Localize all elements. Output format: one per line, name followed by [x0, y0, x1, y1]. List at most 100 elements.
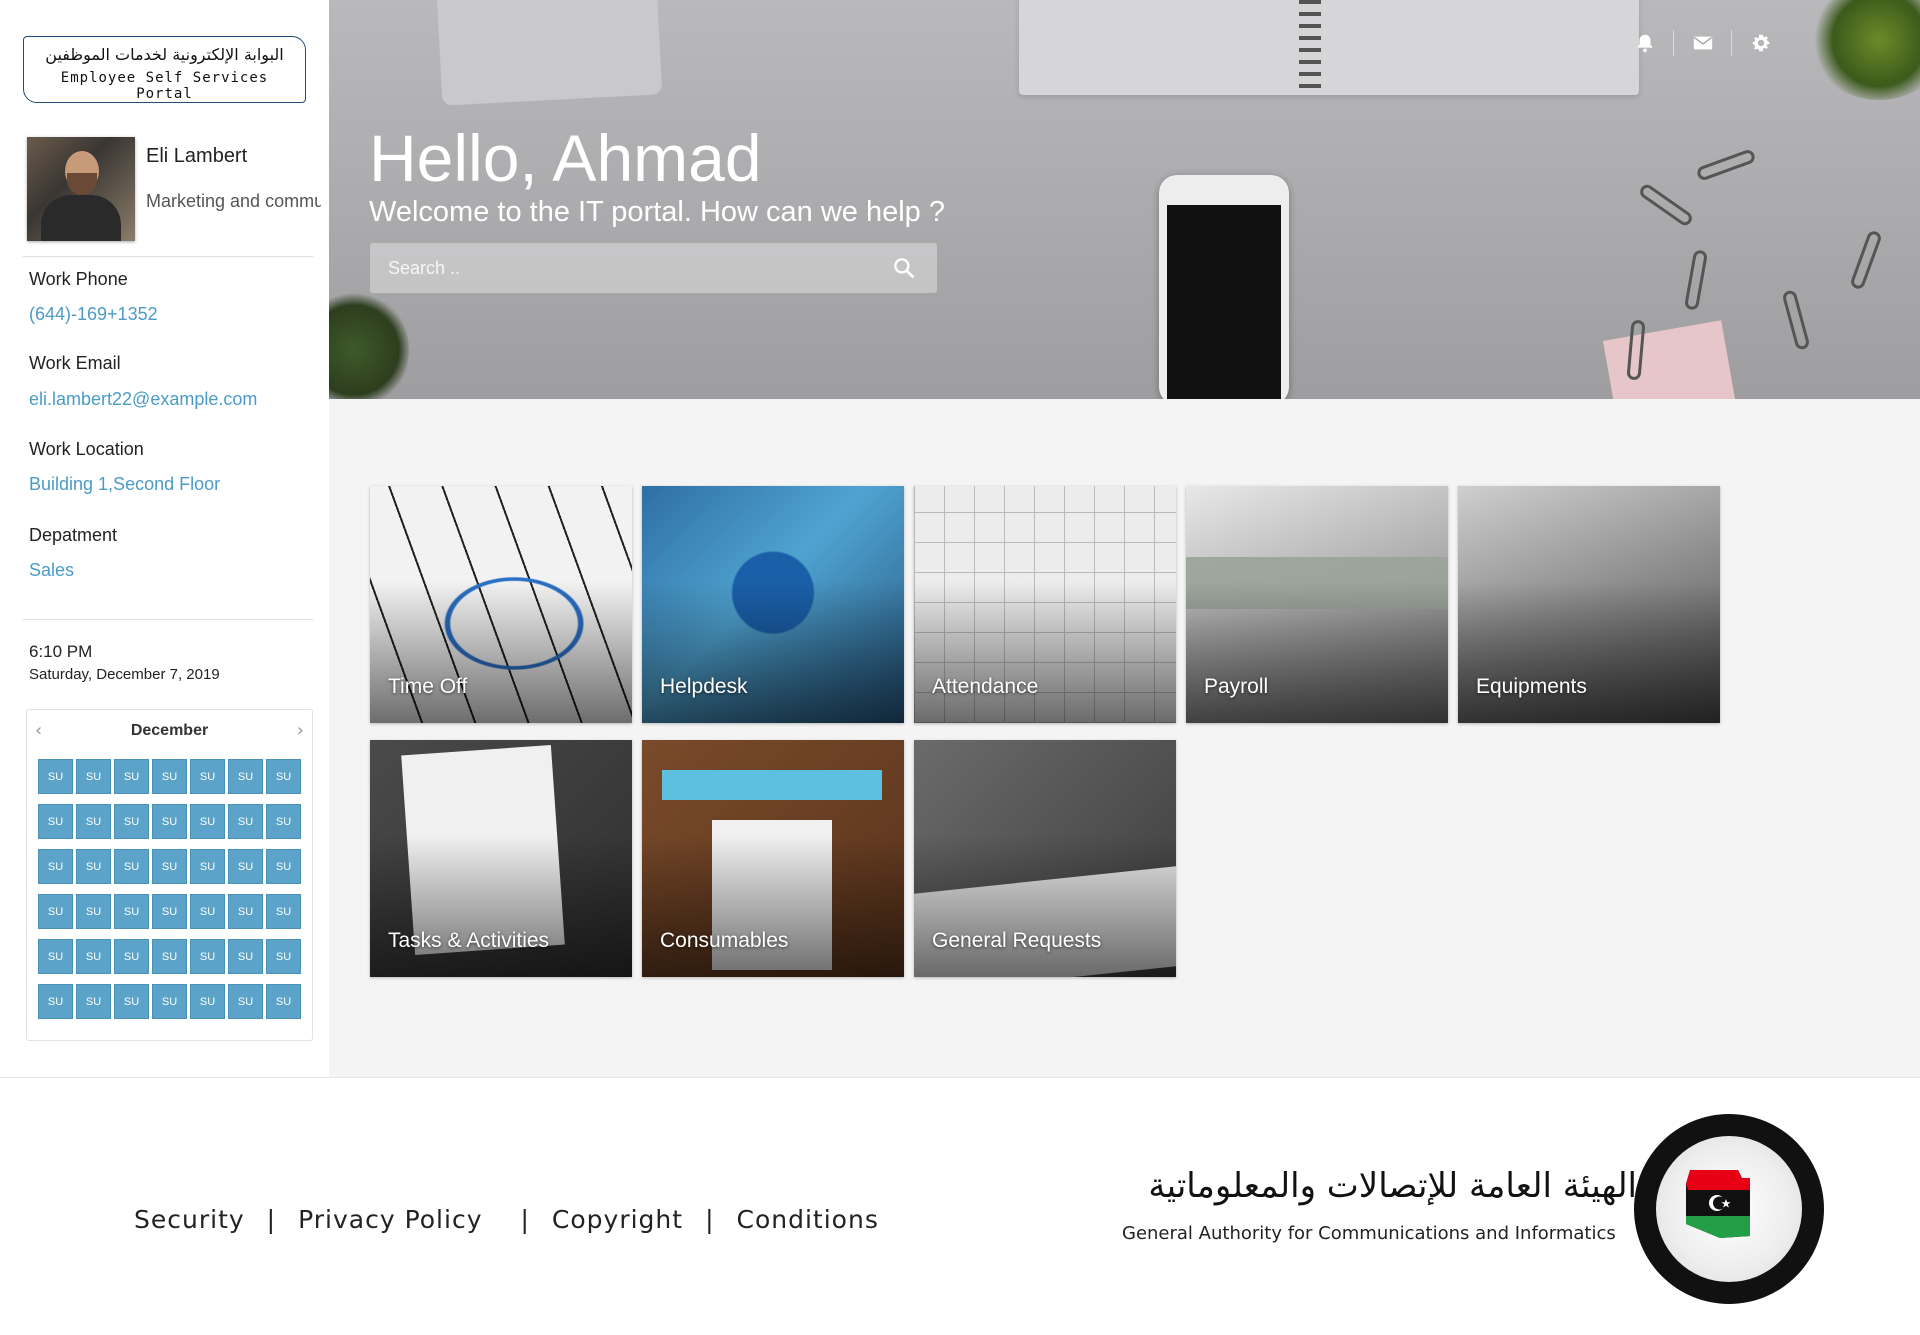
- calendar-day-cell[interactable]: SU: [152, 759, 187, 794]
- footer-link-copyright[interactable]: Copyright: [552, 1205, 683, 1234]
- tile-equipments[interactable]: Equipments: [1458, 486, 1720, 723]
- calendar-day-cell[interactable]: SU: [228, 984, 263, 1019]
- calendar-day-cell[interactable]: SU: [114, 804, 149, 839]
- footer-link-conditions[interactable]: Conditions: [737, 1205, 879, 1234]
- calendar-day-cell[interactable]: SU: [228, 759, 263, 794]
- calendar-day-cell[interactable]: SU: [152, 894, 187, 929]
- portal-logo-arabic: البوابة الإلكترونية لخدمات الموظفين: [45, 45, 284, 64]
- tile-consumables[interactable]: Consumables: [642, 740, 904, 977]
- notifications-button[interactable]: [1616, 30, 1674, 56]
- avatar: [27, 137, 135, 241]
- footer-link-security[interactable]: Security: [134, 1205, 245, 1234]
- tile-payroll[interactable]: Payroll: [1186, 486, 1448, 723]
- chevron-right-icon[interactable]: ›: [297, 720, 304, 741]
- clock-time: 6:10 PM: [29, 642, 93, 661]
- calendar-day-cell[interactable]: SU: [76, 984, 111, 1019]
- hero-greeting: Hello, Ahmad: [369, 121, 762, 195]
- hero-decoration: [1809, 0, 1920, 100]
- portal-logo-english: Employee Self Services Portal: [60, 70, 269, 102]
- org-seal-logo: [1634, 1114, 1824, 1304]
- calendar-day-cell[interactable]: SU: [38, 849, 73, 884]
- portal-logo[interactable]: البوابة الإلكترونية لخدمات الموظفين Empl…: [23, 36, 306, 103]
- hero-decoration: [1849, 229, 1883, 291]
- calendar-day-cell[interactable]: SU: [228, 939, 263, 974]
- calendar-day-cell[interactable]: SU: [152, 939, 187, 974]
- calendar-day-cell[interactable]: SU: [38, 804, 73, 839]
- footer-separator: |: [705, 1205, 715, 1234]
- calendar-day-cell[interactable]: SU: [76, 939, 111, 974]
- settings-button[interactable]: [1732, 30, 1790, 56]
- calendar-day-cell[interactable]: SU: [190, 939, 225, 974]
- divider: [23, 619, 313, 620]
- tile-attendance[interactable]: Attendance: [914, 486, 1176, 723]
- work-email-label: Work Email: [29, 353, 121, 373]
- calendar-day-cell[interactable]: SU: [38, 984, 73, 1019]
- user-role: Marketing and community Manage: [146, 191, 321, 211]
- calendar-day-cell[interactable]: SU: [114, 849, 149, 884]
- department-label: Depatment: [29, 525, 118, 545]
- gear-icon: [1752, 34, 1770, 52]
- search-icon[interactable]: [891, 255, 917, 281]
- calendar-day-cell[interactable]: SU: [266, 939, 301, 974]
- calendar-day-cell[interactable]: SU: [76, 804, 111, 839]
- calendar-grid: SU SU SU SU SU SU SU SU SU SU SU SU SU SU SU SU SU SU SU SU…: [38, 759, 301, 1019]
- tile-time-off[interactable]: Time Off: [370, 486, 632, 723]
- hero-decoration: [1637, 182, 1695, 228]
- work-phone-link[interactable]: (644)-169+1352: [29, 304, 158, 325]
- mail-icon: [1693, 36, 1712, 50]
- calendar-day-cell[interactable]: SU: [38, 894, 73, 929]
- hero-decoration: [1683, 249, 1709, 311]
- calendar-day-cell[interactable]: SU: [266, 894, 301, 929]
- calendar-day-cell[interactable]: SU: [266, 984, 301, 1019]
- hero-decoration: [1781, 289, 1811, 351]
- footer-link-privacy-policy[interactable]: Privacy Policy: [298, 1205, 482, 1234]
- calendar-day-cell[interactable]: SU: [76, 894, 111, 929]
- calendar-day-cell[interactable]: SU: [228, 849, 263, 884]
- calendar-day-cell[interactable]: SU: [76, 849, 111, 884]
- calendar-day-cell[interactable]: SU: [38, 939, 73, 974]
- tile-label: Equipments: [1476, 675, 1587, 698]
- hero-decoration: [329, 290, 409, 399]
- tile-label: Consumables: [660, 929, 789, 952]
- calendar-day-cell[interactable]: SU: [114, 984, 149, 1019]
- tile-label: Helpdesk: [660, 675, 748, 698]
- tile-label: Payroll: [1204, 675, 1269, 698]
- tile-tasks-activities[interactable]: Tasks & Activities: [370, 740, 632, 977]
- service-tiles-area: Time Off Helpdesk Attendance Payroll Equ…: [329, 399, 1920, 1077]
- calendar-day-cell[interactable]: SU: [190, 759, 225, 794]
- calendar-day-cell[interactable]: SU: [76, 759, 111, 794]
- calendar-day-cell[interactable]: SU: [152, 804, 187, 839]
- footer-separator: |: [520, 1205, 530, 1234]
- calendar-day-cell[interactable]: SU: [114, 894, 149, 929]
- footer: Security | Privacy Policy | Copyright | …: [0, 1077, 1920, 1335]
- department-link[interactable]: Sales: [29, 560, 74, 581]
- calendar-day-cell[interactable]: SU: [114, 759, 149, 794]
- messages-button[interactable]: [1674, 30, 1732, 56]
- tile-label: Attendance: [932, 675, 1039, 698]
- sidebar: البوابة الإلكترونية لخدمات الموظفين Empl…: [0, 0, 329, 1077]
- hero-decoration: [435, 0, 663, 106]
- calendar-day-cell[interactable]: SU: [38, 759, 73, 794]
- top-icon-bar: [1616, 30, 1790, 56]
- tile-general-requests[interactable]: General Requests: [914, 740, 1176, 977]
- work-location-link[interactable]: Building 1,Second Floor: [29, 474, 220, 495]
- hero-banner: Hello, Ahmad Welcome to the IT portal. H…: [329, 0, 1920, 399]
- footer-separator: |: [266, 1205, 277, 1234]
- calendar-day-cell[interactable]: SU: [152, 984, 187, 1019]
- calendar-day-cell[interactable]: SU: [266, 849, 301, 884]
- tile-label: Tasks & Activities: [388, 929, 550, 952]
- calendar-day-cell[interactable]: SU: [266, 804, 301, 839]
- calendar-day-cell[interactable]: SU: [190, 894, 225, 929]
- calendar-day-cell[interactable]: SU: [190, 849, 225, 884]
- tile-helpdesk[interactable]: Helpdesk: [642, 486, 904, 723]
- calendar-day-cell[interactable]: SU: [190, 984, 225, 1019]
- calendar-day-cell[interactable]: SU: [228, 894, 263, 929]
- work-email-link[interactable]: eli.lambert22@example.com: [29, 389, 257, 410]
- calendar-day-cell[interactable]: SU: [190, 804, 225, 839]
- calendar-day-cell[interactable]: SU: [152, 849, 187, 884]
- calendar-day-cell[interactable]: SU: [114, 939, 149, 974]
- calendar-day-cell[interactable]: SU: [228, 804, 263, 839]
- work-phone-label: Work Phone: [29, 269, 128, 289]
- calendar-day-cell[interactable]: SU: [266, 759, 301, 794]
- search-input[interactable]: [370, 243, 937, 293]
